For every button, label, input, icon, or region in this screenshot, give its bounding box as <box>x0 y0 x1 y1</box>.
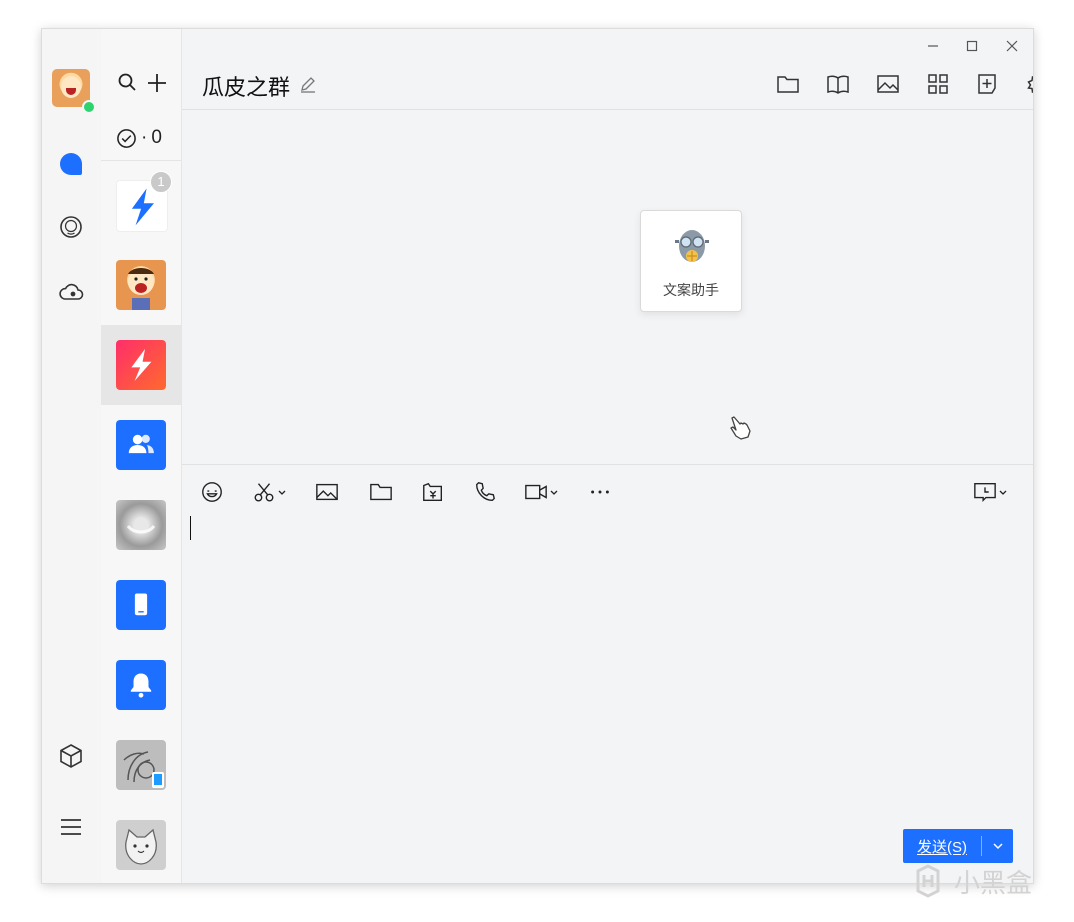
chat-item-lightning-red[interactable] <box>101 325 181 405</box>
watermark: 小黑盒 <box>910 858 1050 904</box>
chat-item-cat[interactable] <box>101 805 181 883</box>
chat-item-user[interactable] <box>101 245 181 325</box>
file-folder-icon[interactable] <box>368 478 394 506</box>
chat-title: 瓜皮之群 <box>202 75 291 100</box>
hand-drawing-avatar <box>116 740 166 790</box>
apps-grid-icon[interactable] <box>924 70 952 98</box>
chevron-down-icon <box>999 490 1007 495</box>
message-composer: 发送(S) <box>182 464 1033 883</box>
search-icon[interactable] <box>117 72 137 92</box>
cube-icon[interactable] <box>58 743 84 769</box>
chat-item-notifications[interactable] <box>101 645 181 725</box>
blurred-photo-avatar <box>116 500 166 550</box>
red-packet-icon[interactable] <box>420 478 446 506</box>
book-icon[interactable] <box>824 70 852 98</box>
settings-gear-icon[interactable] <box>1024 70 1033 98</box>
helper-card-label: 文案助手 <box>663 282 719 298</box>
chat-list-column: · 0 1 <box>101 29 182 883</box>
hand-cursor-icon <box>730 416 751 440</box>
avatar <box>116 260 166 310</box>
cat-sticker-avatar <box>116 820 166 870</box>
plus-icon[interactable] <box>146 72 168 94</box>
robot-icon <box>675 230 709 262</box>
chevron-down-icon <box>278 490 286 495</box>
send-options-chevron-icon[interactable] <box>982 840 1013 852</box>
check-circle-icon <box>117 128 136 148</box>
todo-separator: · <box>141 127 148 148</box>
chat-history-icon[interactable] <box>972 478 1008 506</box>
app-window: · 0 1 瓜皮之群 文案助手 发送(S) <box>41 28 1034 884</box>
divider <box>101 160 181 161</box>
todo-counter[interactable]: · 0 <box>116 126 162 150</box>
chat-panel: 瓜皮之群 文案助手 发送(S) <box>182 29 1033 883</box>
voice-call-icon[interactable] <box>472 478 498 506</box>
image-upload-icon[interactable] <box>314 478 340 506</box>
chat-item-phone[interactable] <box>101 565 181 645</box>
minimize-icon[interactable] <box>920 35 946 57</box>
hamburger-icon[interactable] <box>58 814 84 840</box>
watermark-text: 小黑盒 <box>954 867 1033 898</box>
send-button-label: 发送(S) <box>917 838 967 856</box>
add-member-icon[interactable] <box>974 70 1002 98</box>
heybox-logo-icon <box>916 864 940 898</box>
edit-pencil-icon[interactable] <box>298 74 318 94</box>
message-area: 文案助手 <box>182 110 1033 464</box>
text-input-caret[interactable] <box>190 516 191 540</box>
chat-item-group[interactable] <box>101 405 181 485</box>
smiley-circle-icon[interactable] <box>58 214 84 240</box>
chat-item-lightning-app[interactable]: 1 <box>101 165 181 245</box>
online-status-dot <box>82 100 96 114</box>
bell-icon <box>116 660 166 710</box>
chat-header: 瓜皮之群 <box>182 29 1033 110</box>
nav-rail <box>42 29 102 883</box>
image-icon[interactable] <box>874 70 902 98</box>
more-options-icon[interactable] <box>587 478 613 506</box>
group-contacts-icon <box>116 420 166 470</box>
chat-item-drawing[interactable] <box>101 725 181 805</box>
maximize-icon[interactable] <box>959 35 985 57</box>
lightning-icon <box>116 340 166 390</box>
unread-badge: 1 <box>150 171 172 193</box>
video-call-icon[interactable] <box>523 478 559 506</box>
cloud-icon[interactable] <box>58 279 84 305</box>
phone-device-icon <box>116 580 166 630</box>
chevron-down-icon <box>550 490 558 495</box>
emoji-icon[interactable] <box>199 478 225 506</box>
folder-icon[interactable] <box>774 70 802 98</box>
todo-count: 0 <box>151 127 162 148</box>
screenshot-scissors-icon[interactable] <box>251 478 287 506</box>
chat-item-photo[interactable] <box>101 485 181 565</box>
chat-bubble-icon[interactable] <box>58 151 84 177</box>
copywriting-assistant-card[interactable]: 文案助手 <box>640 210 742 312</box>
close-icon[interactable] <box>999 35 1025 57</box>
